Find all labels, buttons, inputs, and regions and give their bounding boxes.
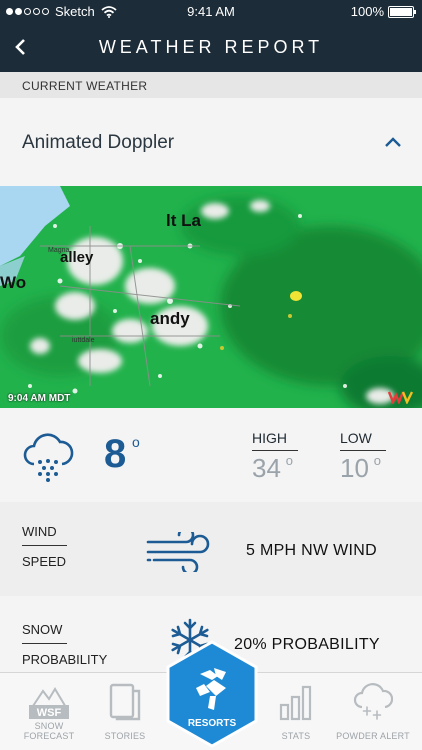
status-bar: Sketch 9:41 AM 100% bbox=[0, 0, 422, 24]
tab-snow-forecast[interactable]: WSF SNOW FORECAST bbox=[8, 673, 90, 750]
high-temperature: HIGH 34 o bbox=[252, 430, 298, 484]
low-value: 10 o bbox=[340, 453, 381, 483]
radar-image: lt La Wo alley andy Magna iuttdale bbox=[0, 186, 422, 408]
doppler-accordion-header[interactable]: Animated Doppler bbox=[0, 98, 422, 186]
tab-label: STATS bbox=[281, 731, 311, 741]
snow-label: SNOW PROBABILITY bbox=[22, 622, 108, 667]
wind-row: WIND SPEED 5 MPH NW WIND bbox=[0, 502, 422, 596]
low-label: LOW bbox=[340, 430, 372, 446]
chevron-up-icon[interactable] bbox=[384, 136, 402, 148]
current-temperature-degree: o bbox=[132, 434, 140, 450]
low-divider bbox=[340, 450, 386, 451]
resorts-hexagon bbox=[166, 640, 258, 748]
tab-label: SNOW FORECAST bbox=[23, 721, 75, 741]
low-temperature: LOW 10 o bbox=[340, 430, 386, 484]
current-temperature: 8 bbox=[104, 432, 127, 476]
tab-stories[interactable]: STORIES bbox=[90, 673, 160, 750]
snow-cloud-icon bbox=[23, 433, 74, 482]
page-title: WEATHER REPORT bbox=[98, 37, 324, 57]
wind-value: 5 MPH NW WIND bbox=[246, 542, 378, 559]
high-label: HIGH bbox=[252, 430, 287, 446]
tab-resorts[interactable]: RESORTS bbox=[166, 640, 258, 748]
tab-label: STORIES bbox=[104, 731, 146, 741]
stats-icon bbox=[279, 685, 312, 721]
svg-text:Wo: Wo bbox=[0, 273, 26, 292]
doppler-title: Animated Doppler bbox=[22, 132, 175, 153]
tab-powder-alert[interactable]: POWDER ALERT bbox=[330, 673, 416, 750]
svg-text:WSF: WSF bbox=[37, 707, 62, 719]
doppler-radar-map[interactable]: lt La Wo alley andy Magna iuttdale 9:04 … bbox=[0, 186, 422, 408]
top-bar: Sketch 9:41 AM 100% WEATHER REPORT bbox=[0, 0, 422, 72]
wind-label: WIND SPEED bbox=[22, 524, 67, 569]
battery-percent: 100% bbox=[350, 4, 384, 19]
temperature-row: 8 o HIGH 34 o LOW 10 o bbox=[0, 408, 422, 502]
tab-label: POWDER ALERT bbox=[336, 731, 410, 741]
powder-alert-icon bbox=[353, 683, 393, 720]
high-value: 34 o bbox=[252, 453, 293, 483]
battery-icon bbox=[388, 5, 416, 18]
stories-icon bbox=[109, 683, 141, 721]
tab-label: RESORTS bbox=[187, 718, 237, 729]
svg-text:andy: andy bbox=[150, 309, 190, 328]
network-logo-icon bbox=[388, 391, 414, 404]
wsf-icon: WSF bbox=[29, 687, 69, 719]
radar-timestamp: 9:04 AM MDT bbox=[8, 393, 71, 404]
svg-text:iuttdale: iuttdale bbox=[72, 337, 95, 344]
section-header: CURRENT WEATHER bbox=[0, 72, 422, 98]
svg-text:Magna: Magna bbox=[48, 247, 70, 254]
tab-stats[interactable]: STATS bbox=[266, 673, 326, 750]
wind-icon bbox=[146, 532, 210, 572]
svg-text:lt La: lt La bbox=[166, 211, 201, 230]
high-divider bbox=[252, 450, 298, 451]
